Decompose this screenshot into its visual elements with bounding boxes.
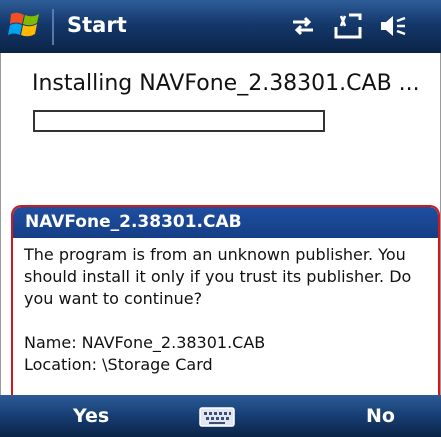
install-status-text: Installing NAVFone_2.38301.CAB ... <box>32 71 420 96</box>
dialog-location-line: Location: \Storage Card <box>24 355 213 374</box>
dialog-title: NAVFone_2.38301.CAB <box>13 207 438 238</box>
softkey-bar: Yes No <box>0 395 441 437</box>
start-label[interactable]: Start <box>67 10 127 40</box>
dialog-message: The program is from an unknown publisher… <box>24 245 412 308</box>
connectivity-icon[interactable] <box>289 14 317 38</box>
no-button[interactable]: No <box>366 395 395 437</box>
install-progress-bar <box>33 110 325 132</box>
start-flag-icon[interactable] <box>8 9 44 43</box>
dialog-body: The program is from an unknown publisher… <box>13 238 438 376</box>
yes-button[interactable]: Yes <box>73 395 109 437</box>
dialog-name-line: Name: NAVFone_2.38301.CAB <box>24 333 266 352</box>
status-icons <box>289 11 407 41</box>
security-warning-dialog: NAVFone_2.38301.CAB The program is from … <box>11 205 440 395</box>
signal-off-icon[interactable] <box>333 13 363 39</box>
taskbar-separator <box>52 9 54 45</box>
taskbar: Start <box>0 0 441 53</box>
keyboard-icon[interactable] <box>199 407 235 427</box>
volume-off-icon[interactable] <box>379 13 407 39</box>
